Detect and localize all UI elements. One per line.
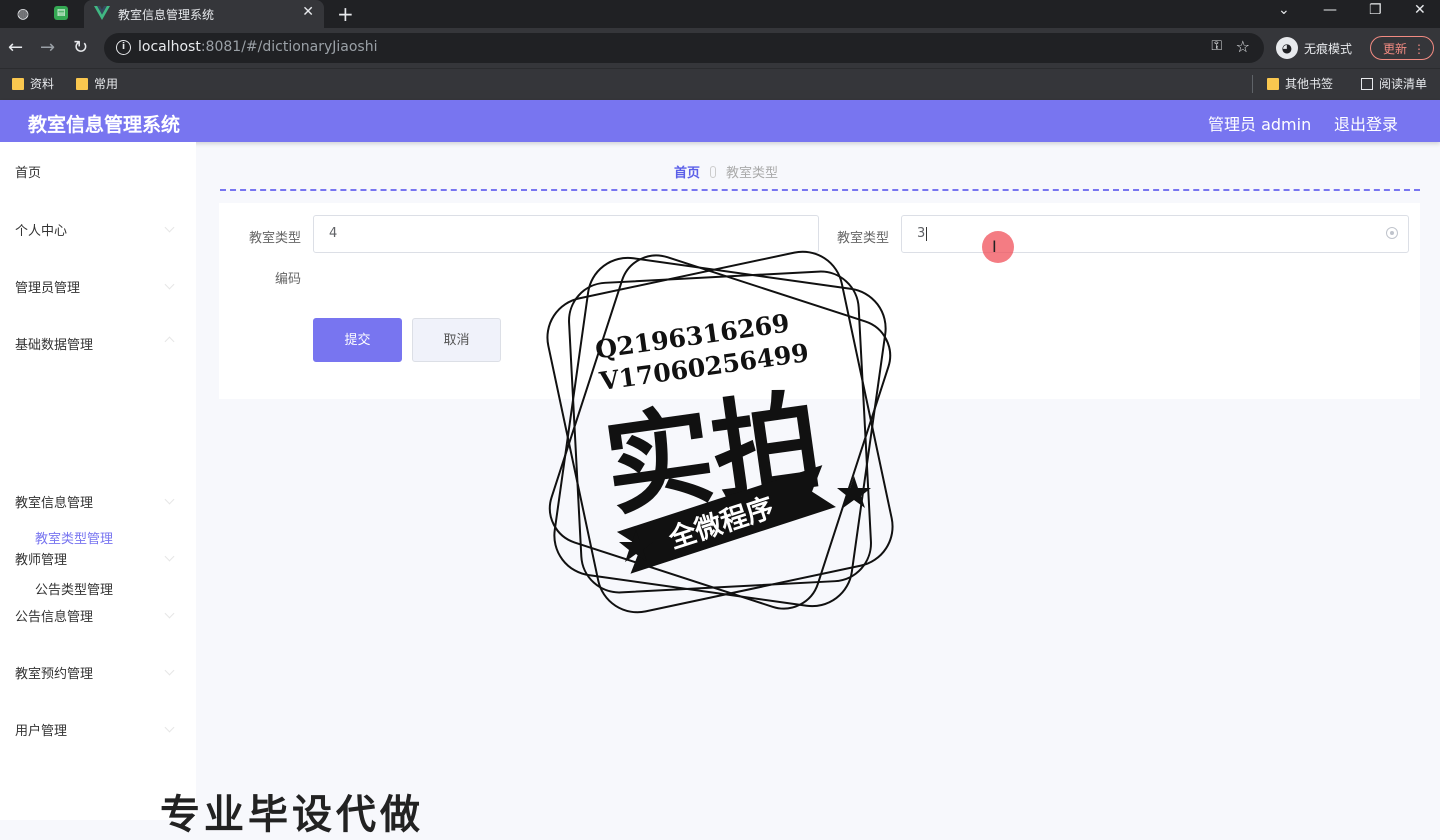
url-text[interactable]: localhost:8081/#/dictionaryJiaoshi [138,39,377,55]
logout-link[interactable]: 退出登录 [1334,111,1398,135]
incognito-icon: ◕ [1276,37,1298,59]
folder-icon [76,77,88,90]
chevron-down-icon [164,665,175,676]
minimize-icon[interactable]: — [1323,2,1337,18]
key-icon[interactable]: ⚿ [1211,38,1222,54]
app-tab-icon[interactable]: ▤ [54,6,68,20]
vue-logo-icon [94,6,110,20]
text-caret [926,226,928,241]
bookmark-separator [1252,75,1253,93]
bookmark-folder-ziliao[interactable]: 资料 [12,75,54,92]
incognito-indicator[interactable]: ◕ 无痕模式 [1276,37,1352,59]
sidebar: 首页 个人中心 管理员管理 基础数据管理 教室类型管理 公告类型管理 教室信息管… [0,142,196,820]
click-highlight [982,231,1014,263]
folder-icon [12,77,24,90]
chevron-down-icon [164,722,175,733]
more-menu-icon[interactable]: ⋮ [1413,37,1425,61]
app-header: 教室信息管理系统 管理员 admin 退出登录 [0,100,1440,142]
chevron-down-icon [164,279,175,290]
new-tab-icon[interactable]: + [337,2,354,26]
update-button[interactable]: 更新 ⋮ [1370,36,1434,60]
submit-button[interactable]: 提交 [313,318,402,362]
update-label: 更新 [1383,42,1408,56]
site-info-icon[interactable]: i [116,40,131,55]
text-cursor-icon: I [992,237,997,256]
watermark-stamp: Q2196316269 V17060256499 实拍 全微程序 [546,250,894,614]
forward-icon[interactable]: → [40,37,55,58]
browser-tab-active[interactable]: 教室信息管理系统 ✕ [84,0,324,28]
tab-title: 教室信息管理系统 [118,8,215,22]
restore-icon[interactable]: ❐ [1369,2,1382,18]
chevron-up-icon [164,336,175,347]
chevron-down-icon [164,608,175,619]
address-bar: ← → ↻ i localhost:8081/#/dictionaryJiaos… [0,28,1440,68]
reload-icon[interactable]: ↻ [73,37,88,58]
chevron-down-icon [164,222,175,233]
chevron-down-icon [164,494,175,505]
incognito-label: 无痕模式 [1304,41,1353,56]
sidebar-subitem-notice-type[interactable]: 公告类型管理 [35,579,113,598]
app-title: 教室信息管理系统 [28,114,181,136]
reading-list[interactable]: 阅读清单 [1361,75,1427,92]
globe-icon[interactable]: ◍ [15,6,31,22]
bookmark-folder-changyong[interactable]: 常用 [76,75,118,92]
folder-icon [1267,77,1279,90]
chevron-down-icon [164,551,175,562]
field-code-label: 编码 [274,272,301,287]
bookmark-star-icon[interactable]: ☆ [1236,37,1250,56]
breadcrumb-divider [220,189,1420,191]
omnibox[interactable]: i localhost:8081/#/dictionaryJiaoshi ⚿ ☆ [104,33,1264,63]
current-user: 管理员 admin [1208,115,1312,134]
star-icon [837,476,871,508]
reading-list-icon [1361,77,1373,90]
breadcrumb-separator-icon [710,165,717,178]
breadcrumb-current: 教室类型 [726,166,779,181]
classroom-type-name-input[interactable]: 3 [901,215,1409,253]
sidebar-subitem-classroom-type[interactable]: 教室类型管理 [35,528,113,547]
back-icon[interactable]: ← [8,37,23,58]
bookmarks-bar: 资料 常用 其他书签 阅读清单 [0,68,1440,100]
cancel-button[interactable]: 取消 [412,318,501,362]
clear-input-icon[interactable] [1386,227,1398,239]
close-tab-icon[interactable]: ✕ [302,4,314,20]
tab-search-icon[interactable]: ⌄ [1278,2,1290,18]
field-classroom-type-label: 教室类型 [248,231,301,246]
bottom-watermark-text: 专业毕设代做 [160,792,424,838]
browser-tabstrip: ◍ ▤ 教室信息管理系统 ✕ + ⌄ — ❐ ✕ [0,0,1440,28]
breadcrumb: 首页 教室类型 [674,162,778,181]
close-window-icon[interactable]: ✕ [1414,2,1426,18]
bookmark-other[interactable]: 其他书签 [1267,75,1333,92]
breadcrumb-home[interactable]: 首页 [674,162,700,181]
